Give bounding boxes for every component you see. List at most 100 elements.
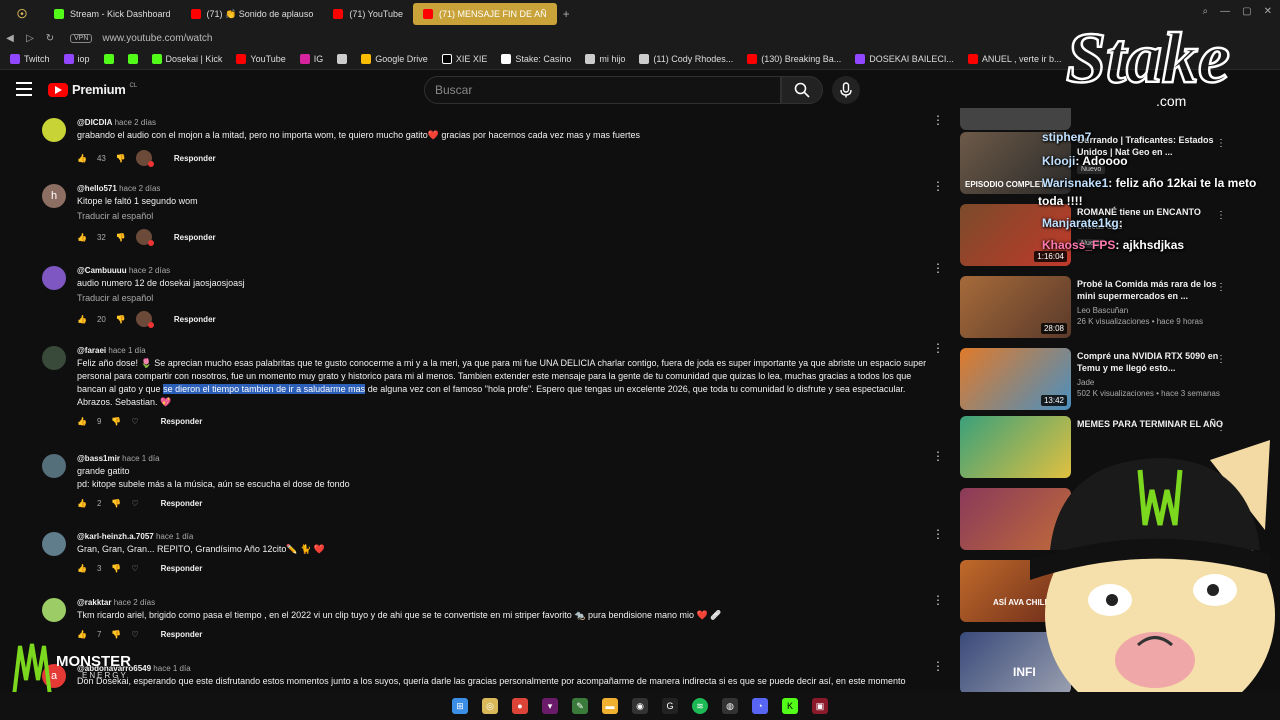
new-tab-button[interactable]: + [557,7,576,21]
obs-icon[interactable]: ◉ [632,698,648,714]
bookmark-dosekai-baile[interactable]: DOSEKAI BAILECI... [855,53,954,64]
comment-time[interactable]: hace 2 días [119,184,160,193]
bookmark-mi-hijo[interactable]: mi hijo [585,53,625,64]
comment-author[interactable]: @hello571 [77,184,117,193]
close-icon[interactable]: ✕ [1264,6,1272,17]
comment-author[interactable]: @karl-heinzh.a.7057 [77,532,154,541]
comment-author[interactable]: @bass1mir [77,454,120,463]
video-card[interactable] [960,108,1256,132]
dislike-icon[interactable]: 👎 [116,315,126,324]
like-icon[interactable]: 👍 [77,499,87,508]
bookmark-dosekai-kick[interactable]: Dosekai | Kick [151,53,222,64]
bookmark-kick-2[interactable] [127,53,138,64]
kick-icon[interactable]: K [782,698,798,714]
like-icon[interactable]: 👍 [77,154,87,163]
bookmark-doc[interactable] [337,53,348,64]
comment-time[interactable]: hace 2 días [129,266,170,275]
comment-time[interactable]: hace 1 día [156,532,193,541]
more-options-icon[interactable]: ⋮ [932,528,944,540]
tab-kick[interactable]: Stream - Kick Dashboard [44,3,181,25]
back-icon[interactable]: ◀ [0,33,20,44]
avatar[interactable] [42,118,66,142]
dislike-icon[interactable]: 👎 [111,630,121,639]
translate-link[interactable]: Traducir al español [77,293,937,303]
video-thumbnail[interactable] [960,108,1071,130]
steam-icon[interactable]: ◍ [722,698,738,714]
menu-icon[interactable] [16,82,32,96]
more-options-icon[interactable]: ⋮ [1216,138,1226,149]
video-card[interactable]: 28:08 Probé la Comida más rara de los mi… [960,276,1256,340]
more-options-icon[interactable]: ⋮ [932,660,944,672]
dislike-icon[interactable]: 👎 [111,417,121,426]
voice-search-button[interactable] [832,76,860,104]
video-title[interactable]: MEMES PARA TERMINAR EL AÑO [1077,418,1227,430]
avatar[interactable] [42,266,66,290]
like-icon[interactable]: 👍 [77,315,87,324]
more-options-icon[interactable]: ⋮ [932,594,944,606]
channel-name[interactable]: Jade [1077,377,1227,388]
translate-link[interactable]: Traducir al español [77,211,937,221]
browser-logo-icon[interactable]: ☉ [0,0,44,28]
comment-time[interactable]: hace 2 días [115,118,156,127]
video-thumbnail[interactable]: 13:42 [960,348,1071,410]
comment-author[interactable]: @Cambuuuu [77,266,127,275]
app-icon[interactable]: ▾ [542,698,558,714]
windows-start-icon[interactable]: ⊞ [452,698,468,714]
avatar[interactable]: h [42,184,66,208]
avatar[interactable] [42,346,66,370]
dislike-icon[interactable]: 👎 [116,233,126,242]
video-card[interactable]: 13:42 Compré una NVIDIA RTX 5090 en Temu… [960,348,1256,412]
reply-button[interactable]: Responder [174,233,216,242]
url-field[interactable]: www.youtube.com/watch [102,33,212,44]
more-options-icon[interactable]: ⋮ [932,342,944,354]
reload-icon[interactable]: ↻ [40,33,60,44]
heart-icon[interactable]: ♡ [131,564,138,573]
more-options-icon[interactable]: ⋮ [1216,354,1226,365]
dislike-icon[interactable]: 👎 [111,564,121,573]
heart-icon[interactable]: ♡ [131,417,138,426]
comment-author[interactable]: @rakktar [77,598,112,607]
heart-icon[interactable]: ♡ [131,499,138,508]
logitech-icon[interactable]: G [662,698,678,714]
channel-name[interactable]: Leo Bascuñan [1077,305,1227,316]
more-options-icon[interactable]: ⋮ [1216,210,1226,221]
vpn-badge[interactable]: VPN [70,33,93,43]
opera-gx-icon[interactable]: ◎ [482,698,498,714]
bookmark-twitch[interactable]: Twitch [10,53,50,64]
search-input[interactable]: Buscar [424,76,781,104]
chrome-icon[interactable]: ● [512,698,528,714]
reply-button[interactable]: Responder [161,564,203,573]
bookmark-anuel[interactable]: ANUEL , verte ir b... [967,53,1062,64]
reply-button[interactable]: Responder [174,315,216,324]
video-card[interactable]: 1:16:04 ROMANÉ tiene un ENCANTO Críticas … [960,204,1256,268]
comment-author[interactable]: @faraei [77,346,106,355]
more-options-icon[interactable]: ⋮ [932,450,944,462]
comment-time[interactable]: hace 2 días [114,598,155,607]
like-icon[interactable]: 👍 [77,417,87,426]
bookmark-breaking[interactable]: (130) Breaking Ba... [747,53,841,64]
spotify-icon[interactable]: ≋ [692,698,708,714]
reply-button[interactable]: Responder [161,499,203,508]
selected-text[interactable]: se dieron el tiempo tambien de ir a salu… [163,384,366,394]
dislike-icon[interactable]: 👎 [116,154,126,163]
app-icon[interactable]: ✎ [572,698,588,714]
comment-author[interactable]: @DICDIA [77,118,112,127]
more-options-icon[interactable]: ⋮ [932,262,944,274]
file-explorer-icon[interactable]: ▬ [602,698,618,714]
comment-time[interactable]: hace 1 día [122,454,159,463]
discord-icon[interactable]: ◔ [752,698,768,714]
avatar[interactable] [42,532,66,556]
tab-youtube[interactable]: (71) YouTube [323,3,413,25]
video-thumbnail[interactable]: 28:08 [960,276,1071,338]
reply-button[interactable]: Responder [174,154,216,163]
comment-time[interactable]: hace 1 día [153,664,190,673]
more-options-icon[interactable]: ⋮ [932,180,944,192]
video-title[interactable]: Compré una NVIDIA RTX 5090 en Temu y me … [1077,350,1227,374]
bookmark-iop[interactable]: iop [63,53,90,64]
search-button[interactable] [781,76,823,104]
bookmark-ig[interactable]: IG [299,53,323,64]
bookmark-youtube[interactable]: YouTube [236,53,286,64]
more-options-icon[interactable]: ⋮ [932,114,944,126]
bookmark-xiexie[interactable]: XIE XIE [441,53,487,64]
video-thumbnail[interactable]: 1:16:04 [960,204,1071,266]
